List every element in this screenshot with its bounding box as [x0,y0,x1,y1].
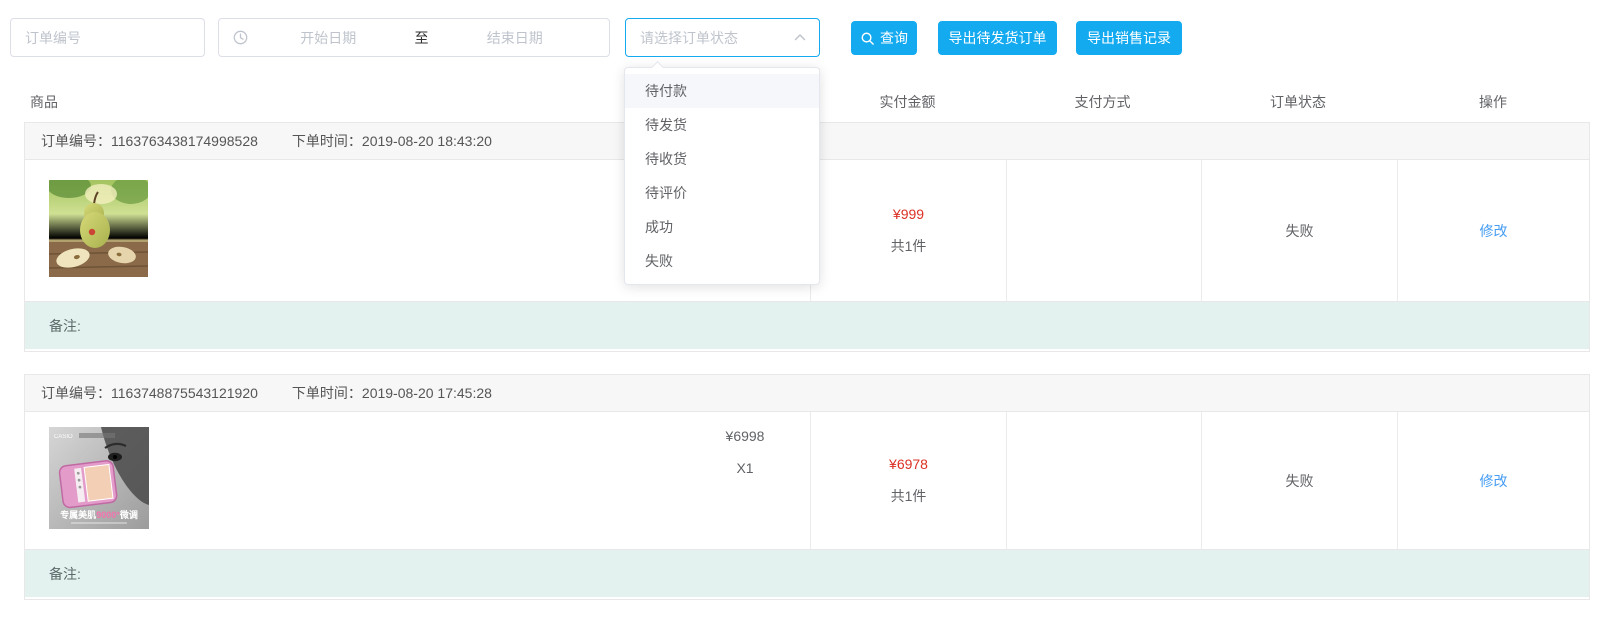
dropdown-option-pending-review[interactable]: 待评价 [625,176,819,210]
order-management-page: 开始日期 至 结束日期 请选择订单状态 查询 导出待发货订单 导出销售记录 商品… [0,0,1603,621]
paid-amount-cell: ¥6978 共1件 [810,412,1006,549]
clock-icon [233,30,248,45]
order-status-cell: 失败 [1201,160,1397,301]
column-header-action: 操作 [1396,92,1590,112]
remark-row: 备注: [25,301,1589,349]
action-cell: 修改 [1397,412,1589,549]
column-header-order-status: 订单状态 [1200,92,1396,112]
export-sales-records-label: 导出销售记录 [1087,28,1171,48]
export-pending-orders-label: 导出待发货订单 [949,28,1047,48]
order-header: 订单编号：1163748875543121920 下单时间：2019-08-20… [25,375,1589,412]
export-sales-records-button[interactable]: 导出销售记录 [1076,21,1182,55]
modify-link[interactable]: 修改 [1480,221,1508,241]
dropdown-arrow [651,61,664,74]
order-time-value: 2019-08-20 18:43:20 [362,133,492,149]
product-image-caption: 专属美肌9000°微调 [60,509,138,520]
order-status-select[interactable]: 请选择订单状态 [625,18,820,57]
order-number-input[interactable] [10,18,205,57]
search-button[interactable]: 查询 [851,21,917,55]
product-image-camera: CASIO 专属美肌9000°微调 [49,427,149,529]
paid-count: 共1件 [891,236,927,256]
payment-method-cell [1006,160,1201,301]
paid-amount-value: ¥999 [893,206,924,222]
dropdown-option-pending-payment[interactable]: 待付款 [625,74,819,108]
paid-amount-value: ¥6978 [889,456,928,472]
end-date-placeholder[interactable]: 结束日期 [435,28,596,48]
paid-count: 共1件 [891,486,927,506]
order-number-value: 1163748875543121920 [111,385,258,401]
date-range-picker[interactable]: 开始日期 至 结束日期 [218,18,610,57]
status-dropdown-popup: 待付款 待发货 待收货 待评价 成功 失败 [624,67,820,285]
remark-row: 备注: [25,549,1589,597]
column-header-payment-method: 支付方式 [1005,92,1200,112]
column-header-paid-amount: 实付金额 [810,92,1005,112]
paid-amount-cell: ¥999 共1件 [810,160,1006,301]
status-select-placeholder: 请选择订单状态 [640,28,793,48]
order-number-label: 订单编号： [41,131,111,151]
remark-label: 备注: [49,564,81,584]
product-image-pear [49,180,148,277]
order-number-label: 订单编号： [41,383,111,403]
remark-label: 备注: [49,316,81,336]
order-time-label: 下单时间： [292,383,362,403]
order-time-label: 下单时间： [292,131,362,151]
dropdown-option-success[interactable]: 成功 [625,210,819,244]
order-status-value: 失败 [1286,471,1314,491]
start-date-placeholder[interactable]: 开始日期 [248,28,409,48]
dropdown-option-pending-shipment[interactable]: 待发货 [625,108,819,142]
order-time-value: 2019-08-20 17:45:28 [362,385,492,401]
chevron-up-icon [793,32,807,43]
modify-link[interactable]: 修改 [1480,471,1508,491]
search-icon [860,31,875,46]
search-button-label: 查询 [880,28,908,48]
order-status-cell: 失败 [1201,412,1397,549]
dropdown-option-pending-receipt[interactable]: 待收货 [625,142,819,176]
order-status-value: 失败 [1286,221,1314,241]
dropdown-option-failed[interactable]: 失败 [625,244,819,278]
action-cell: 修改 [1397,160,1589,301]
order-card: 订单编号：1163748875543121920 下单时间：2019-08-20… [24,374,1590,600]
column-header-product: 商品 [30,92,58,112]
export-pending-orders-button[interactable]: 导出待发货订单 [938,21,1057,55]
date-separator: 至 [409,28,435,48]
product-image-brand: CASIO [54,434,73,440]
order-number-value: 1163763438174998528 [111,133,258,149]
payment-method-cell [1006,412,1201,549]
